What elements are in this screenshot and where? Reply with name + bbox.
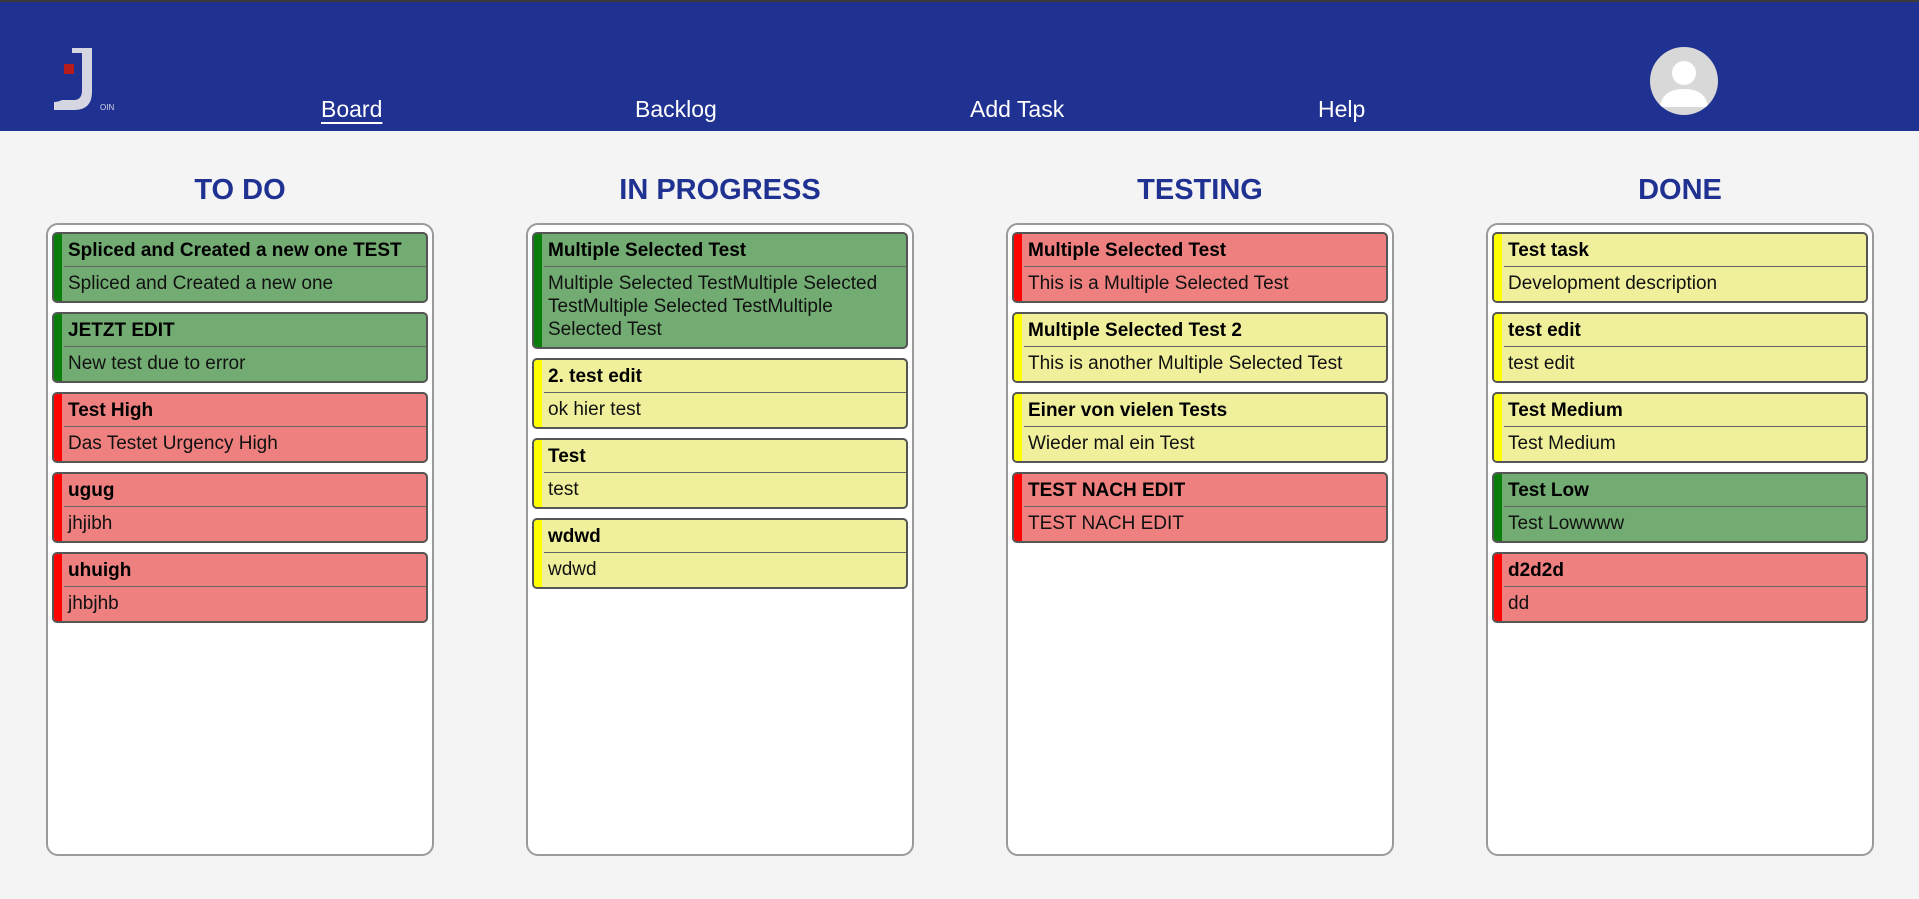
task-description: dd <box>1508 593 1530 614</box>
task-title: Multiple Selected Test <box>1024 234 1386 267</box>
task-card[interactable]: TEST NACH EDIT TEST NACH EDIT <box>1012 472 1388 543</box>
task-card[interactable]: wdwd wdwd <box>532 518 908 589</box>
column-testing[interactable]: Multiple Selected Test This is a Multiple… <box>1006 223 1394 856</box>
user-avatar[interactable] <box>1650 47 1718 115</box>
task-card[interactable]: test edit test edit <box>1492 312 1868 383</box>
task-title: JETZT EDIT <box>64 314 426 347</box>
task-title: Test task <box>1504 234 1866 267</box>
column-in-progress[interactable]: Multiple Selected Test Multiple Selected … <box>526 223 914 856</box>
task-description: test <box>548 479 579 500</box>
task-card[interactable]: Multiple Selected Test This is a Multiple… <box>1012 232 1388 303</box>
task-card[interactable]: 2. test edit ok hier test <box>532 358 908 429</box>
logo-text: OIN <box>100 103 114 112</box>
task-title: d2d2d <box>1504 554 1866 587</box>
nav-board[interactable]: Board <box>321 96 382 123</box>
task-title: Spliced and Created a new one TEST <box>64 234 426 267</box>
task-description: Test Medium <box>1508 433 1616 454</box>
nav-add-task[interactable]: Add Task <box>970 96 1064 123</box>
task-description: test edit <box>1508 353 1575 374</box>
task-card[interactable]: d2d2d dd <box>1492 552 1868 623</box>
task-description: Development description <box>1508 273 1718 294</box>
task-card[interactable]: Spliced and Created a new one TEST Splice… <box>52 232 428 303</box>
task-description: New test due to error <box>68 353 246 374</box>
task-card[interactable]: JETZT EDIT New test due to error <box>52 312 428 383</box>
task-description: Das Testet Urgency High <box>68 433 278 454</box>
task-card[interactable]: ugug jhjibh <box>52 472 428 543</box>
task-title: wdwd <box>544 520 906 553</box>
top-header: OIN Board Backlog Add Task Help <box>0 0 1919 131</box>
task-title: Test High <box>64 394 426 427</box>
task-card[interactable]: Multiple Selected Test Multiple Selected … <box>532 232 908 349</box>
column-todo[interactable]: Spliced and Created a new one TEST Splice… <box>46 223 434 856</box>
task-title: ugug <box>64 474 426 507</box>
column-done[interactable]: Test task Development description test edi… <box>1486 223 1874 856</box>
task-description: This is another Multiple Selected Test <box>1028 353 1343 374</box>
task-description: wdwd <box>548 559 597 580</box>
task-title: 2. test edit <box>544 360 906 393</box>
task-title: test edit <box>1504 314 1866 347</box>
task-card[interactable]: Test task Development description <box>1492 232 1868 303</box>
task-card[interactable]: uhuigh jhbjhb <box>52 552 428 623</box>
task-title: TEST NACH EDIT <box>1024 474 1386 507</box>
task-title: uhuigh <box>64 554 426 587</box>
task-card[interactable]: Test test <box>532 438 908 509</box>
task-description: Test Lowwww <box>1508 513 1625 534</box>
task-description: Wieder mal ein Test <box>1028 433 1195 454</box>
column-title-todo: TO DO <box>194 174 286 206</box>
task-card[interactable]: Einer von vielen Tests Wieder mal ein Tes… <box>1012 392 1388 463</box>
column-title-in-progress: IN PROGRESS <box>619 174 821 206</box>
task-title: Test Low <box>1504 474 1866 507</box>
task-card[interactable]: Test Medium Test Medium <box>1492 392 1868 463</box>
task-card[interactable]: Multiple Selected Test 2 This is another … <box>1012 312 1388 383</box>
task-title: Test <box>544 440 906 473</box>
task-title: Einer von vielen Tests <box>1024 394 1386 427</box>
task-description: jhbjhb <box>68 593 119 614</box>
task-description: This is a Multiple Selected Test <box>1028 273 1289 294</box>
user-icon <box>1660 61 1708 107</box>
task-title: Multiple Selected Test 2 <box>1024 314 1386 347</box>
join-logo[interactable]: OIN <box>52 44 122 116</box>
task-description: ok hier test <box>548 399 641 420</box>
task-card[interactable]: Test Low Test Lowwww <box>1492 472 1868 543</box>
nav-backlog[interactable]: Backlog <box>635 96 717 123</box>
task-card[interactable]: Test High Das Testet Urgency High <box>52 392 428 463</box>
nav-help[interactable]: Help <box>1318 96 1365 123</box>
task-description: Spliced and Created a new one <box>68 273 334 294</box>
task-description: TEST NACH EDIT <box>1028 513 1184 534</box>
column-title-testing: TESTING <box>1137 174 1263 206</box>
column-title-done: DONE <box>1638 174 1722 206</box>
task-description: jhjibh <box>68 513 113 534</box>
task-title: Multiple Selected Test <box>544 234 906 267</box>
task-title: Test Medium <box>1504 394 1866 427</box>
task-description: Multiple Selected TestMultiple Selected … <box>548 273 878 340</box>
